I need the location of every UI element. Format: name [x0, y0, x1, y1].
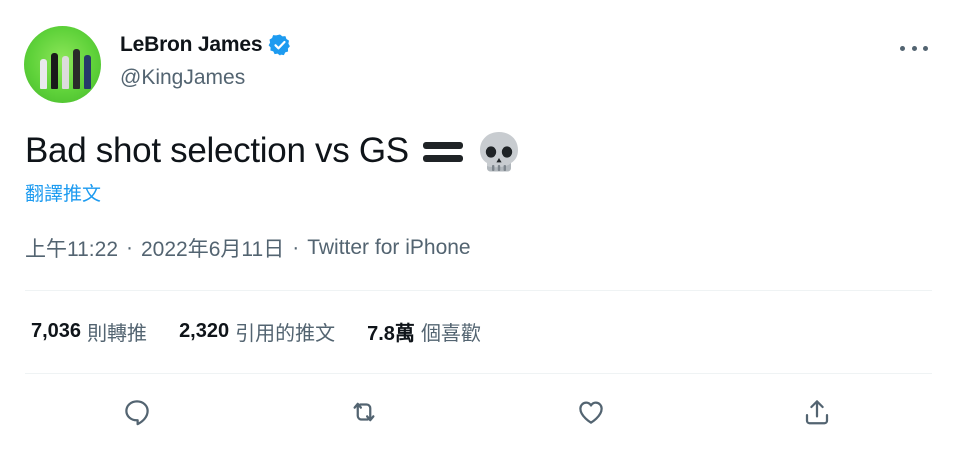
like-icon[interactable]	[571, 392, 611, 432]
tweet-meta: 上午11:22 · 2022年6月11日 · Twitter for iPhon…	[25, 233, 471, 263]
display-name[interactable]: LeBron James	[120, 33, 263, 57]
verified-badge-icon	[268, 34, 291, 56]
engagement-stats: 7,036 則轉推 2,320 引用的推文 7.8萬 個喜歡	[31, 317, 513, 346]
tweet-actions	[0, 392, 960, 432]
tweet-date[interactable]: 2022年6月11日	[141, 233, 284, 263]
retweet-count[interactable]: 7,036 則轉推	[31, 317, 147, 346]
translate-tweet-link[interactable]: 翻譯推文	[25, 179, 101, 206]
meta-separator: ·	[292, 236, 300, 259]
skull-icon	[479, 132, 518, 172]
more-dots-icon[interactable]	[900, 38, 928, 58]
like-count[interactable]: 7.8萬 個喜歡	[367, 317, 481, 346]
heavy-equals-sign-icon	[422, 140, 463, 164]
tweet-source[interactable]: Twitter for iPhone	[307, 236, 470, 260]
tweet-text-content: Bad shot selection vs GS	[25, 131, 409, 170]
divider	[25, 373, 932, 374]
author-handle[interactable]: @KingJames	[120, 66, 245, 90]
tweet-detail: LeBron James @KingJames Bad shot selecti…	[0, 0, 960, 454]
divider	[25, 290, 932, 291]
author-name-row[interactable]: LeBron James	[120, 33, 292, 57]
retweet-icon[interactable]	[344, 392, 384, 432]
reply-icon[interactable]	[117, 392, 157, 432]
quote-tweet-count[interactable]: 2,320 引用的推文	[179, 317, 335, 346]
meta-separator: ·	[126, 236, 133, 259]
tweet-time[interactable]: 上午11:22	[25, 233, 118, 263]
share-icon[interactable]	[797, 392, 837, 432]
tweet-text: Bad shot selection vs GS	[25, 128, 521, 174]
avatar[interactable]	[24, 26, 101, 103]
